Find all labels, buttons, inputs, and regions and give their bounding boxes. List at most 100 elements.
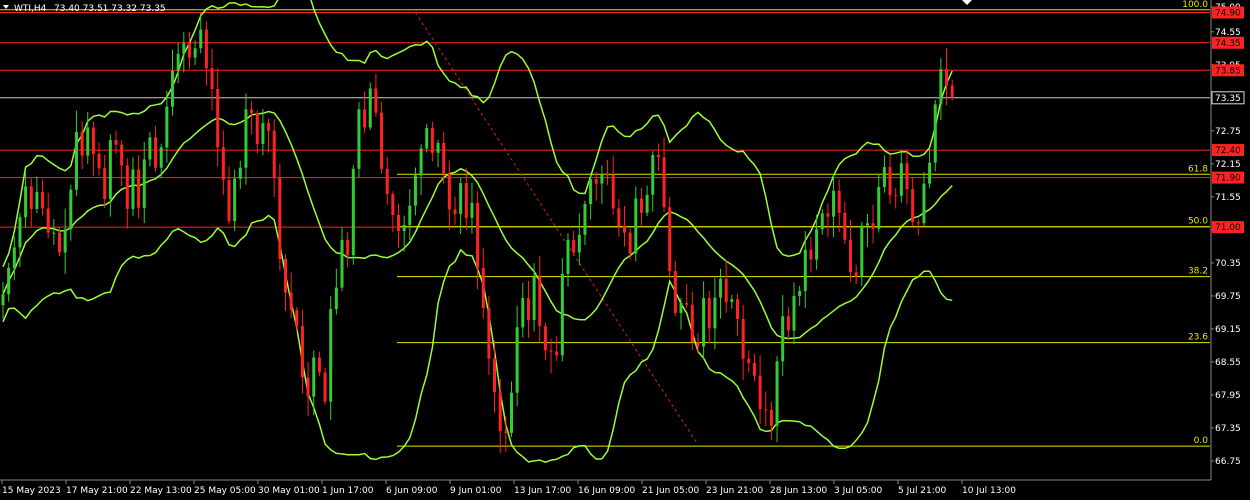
level-tag-label: 74.90	[1215, 9, 1241, 19]
candle-body	[922, 183, 926, 224]
candle-body	[572, 239, 576, 253]
candle-body	[673, 271, 677, 313]
candle-body	[334, 287, 338, 310]
candle-body	[786, 316, 790, 331]
candle-body	[103, 168, 107, 200]
candle-body	[193, 48, 197, 58]
candle-body	[29, 186, 33, 209]
y-tick-label: 68.55	[1215, 358, 1241, 368]
fib-level-label: 38.2	[1188, 267, 1208, 277]
candle-body	[741, 319, 745, 359]
candle-body	[656, 155, 660, 158]
candle-body	[713, 297, 717, 329]
candle-body	[543, 326, 547, 351]
candle-body	[679, 303, 683, 313]
candle-body	[148, 137, 152, 160]
candle-body	[837, 190, 841, 213]
candle-body	[402, 224, 406, 231]
candle-body	[120, 144, 124, 166]
candle-body	[385, 168, 389, 195]
candle-body	[306, 377, 310, 397]
level-tag-label: 71.00	[1215, 223, 1241, 233]
candle-body	[453, 209, 457, 214]
candle-body	[442, 142, 446, 174]
candle-body	[928, 162, 932, 184]
level-tag-label: 74.35	[1215, 39, 1241, 49]
candle-body	[357, 109, 361, 169]
candle-body	[24, 186, 28, 218]
candle-body	[7, 267, 11, 295]
level-tag-label: 73.85	[1215, 66, 1241, 76]
candle-body	[447, 173, 451, 210]
candle-body	[204, 29, 208, 69]
candle-body	[730, 299, 734, 302]
candle-body	[854, 272, 858, 277]
candle-body	[583, 204, 587, 235]
candle-body	[187, 43, 191, 58]
candle-body	[820, 213, 824, 230]
candle-body	[216, 88, 220, 148]
candle-body	[413, 175, 417, 206]
candle-body	[323, 372, 327, 402]
candle-body	[374, 88, 378, 113]
candle-body	[80, 131, 84, 156]
candle-body	[792, 295, 796, 331]
candle-body	[560, 273, 564, 356]
candle-body	[233, 178, 237, 222]
candle-body	[905, 163, 909, 190]
candle-body	[284, 259, 287, 293]
candle-body	[436, 142, 440, 153]
candle-body	[702, 298, 706, 347]
y-tick-label: 74.55	[1215, 28, 1241, 38]
candle-body	[63, 229, 67, 253]
x-tick-label: 23 Jun 21:00	[706, 486, 763, 496]
candle-body	[526, 298, 530, 321]
candle-body	[747, 358, 751, 364]
candle-body	[504, 431, 508, 433]
candle-body	[91, 127, 95, 154]
candle-body	[210, 68, 214, 89]
candle-body	[589, 179, 593, 205]
candle-body	[317, 357, 321, 373]
candle-body	[244, 109, 248, 168]
y-tick-label: 72.15	[1215, 160, 1241, 170]
candle-body	[481, 267, 485, 309]
candle-body	[781, 316, 785, 362]
candle-body	[611, 174, 615, 209]
candlestick-chart[interactable]: 100.061.850.038.223.60.0 75.0074.5573.95…	[0, 0, 1250, 500]
candle-body	[752, 363, 756, 376]
candle-body	[300, 326, 304, 378]
x-tick-label: 6 Jun 09:00	[386, 486, 438, 496]
candle-body	[430, 128, 434, 153]
current-price-label: 73.35	[1215, 94, 1241, 104]
candle-body	[911, 189, 915, 223]
x-tick-label: 13 Jun 17:00	[514, 486, 571, 496]
candle-body	[487, 308, 491, 359]
candle-body	[476, 202, 480, 268]
y-tick-label: 69.75	[1215, 292, 1241, 302]
candle-body	[154, 137, 158, 168]
candle-body	[261, 123, 265, 145]
x-tick-label: 5 Jul 21:00	[898, 486, 947, 496]
candle-body	[634, 198, 638, 254]
candle-body	[877, 186, 881, 229]
candle-body	[41, 191, 45, 209]
y-tick-label: 71.55	[1215, 193, 1241, 203]
candle-body	[945, 69, 949, 86]
ohlc-label: 73.40 73.51 73.32 73.35	[54, 4, 166, 14]
candle-body	[639, 198, 643, 213]
candle-body	[176, 53, 180, 71]
x-tick-label: 25 May 05:00	[194, 486, 256, 496]
fib-level-label: 50.0	[1188, 217, 1208, 227]
candle-body	[775, 361, 779, 426]
candle-body	[939, 69, 943, 105]
candle-body	[521, 298, 525, 328]
candle-body	[696, 342, 700, 347]
candle-body	[131, 169, 135, 209]
candle-body	[843, 212, 847, 240]
candle-body	[651, 155, 655, 195]
candle-body	[125, 165, 129, 209]
candle-body	[600, 174, 604, 184]
x-tick-label: 9 Jun 01:00	[450, 486, 502, 496]
candle-body	[74, 131, 78, 190]
